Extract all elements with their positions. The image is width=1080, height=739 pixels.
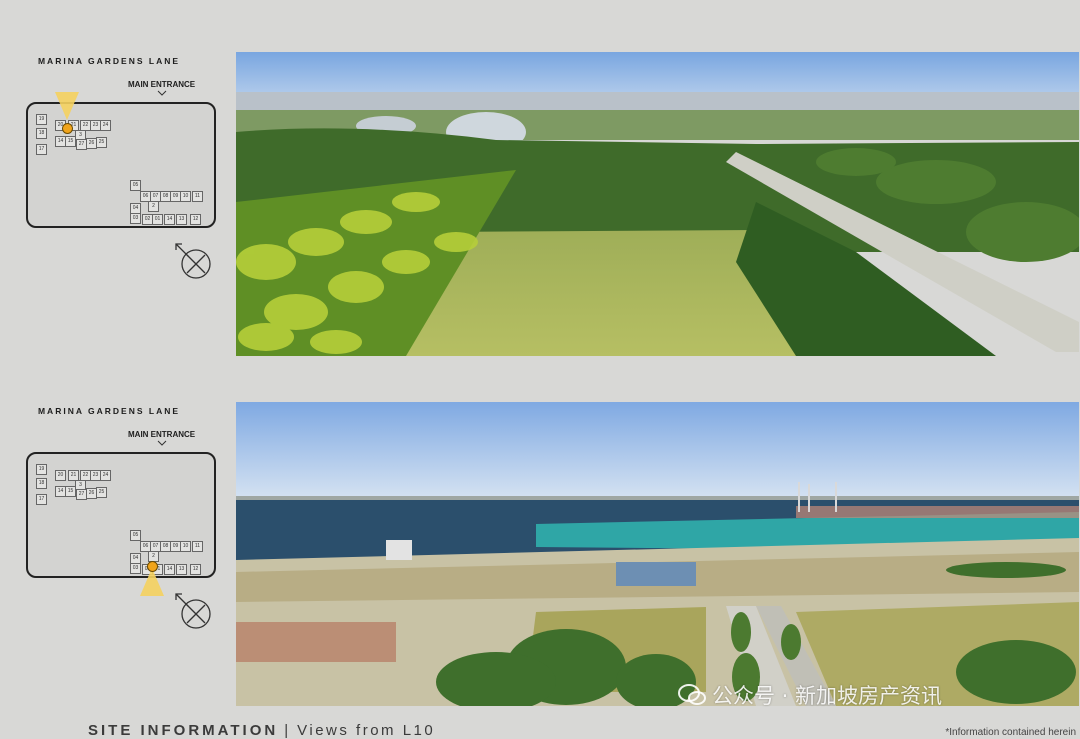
unit-block: 12 [190, 564, 201, 575]
watermark-text: 公众号 · 新加坡房产资讯 [712, 684, 943, 708]
footer-title: SITE INFORMATION | Views from L10 [88, 722, 435, 739]
unit-block: 19 [36, 464, 47, 475]
site-key-plan-top: MARINA GARDENS LANE MAIN ENTRANCE 19 18 17… [24, 50, 219, 279]
unit-block: 13 [176, 214, 187, 225]
unit-block: 01 [152, 214, 163, 225]
view-cone-icon [55, 92, 79, 120]
unit-block: 10 [180, 541, 191, 552]
section-subtitle: Views from L10 [297, 722, 436, 739]
north-compass-icon [175, 243, 211, 279]
watermark: 公众号 · 新加坡房产资讯 [678, 680, 942, 710]
view-position-marker [147, 561, 158, 572]
wechat-icon [678, 684, 706, 705]
entrance-label: MAIN ENTRANCE [128, 80, 196, 89]
disclaimer-text: *Information contained herein [945, 727, 1076, 738]
unit-block: 25 [96, 487, 107, 498]
unit-block: 20 [55, 470, 66, 481]
unit-block: 12 [190, 214, 201, 225]
unit-block: 14 [164, 214, 175, 225]
unit-block: 19 [36, 114, 47, 125]
lane-label: MARINA GARDENS LANE [37, 56, 181, 66]
north-compass-icon [175, 593, 211, 629]
unit-block: 17 [36, 144, 47, 155]
view-panel-bottom: MARINA GARDENS LANE MAIN ENTRANCE 19 18 17… [0, 392, 1080, 712]
view-panel-top: MARINA GARDENS LANE MAIN ENTRANCE 19 18 17… [0, 42, 1080, 362]
view-position-marker [62, 123, 73, 134]
view-photo-waterfront [236, 402, 1079, 706]
brochure-page: MARINA GARDENS LANE MAIN ENTRANCE 19 18 17… [0, 0, 1080, 739]
unit-block: 11 [192, 191, 203, 202]
unit-block: 17 [36, 494, 47, 505]
chevron-down-icon [157, 440, 167, 446]
unit-block: 05 [130, 180, 141, 191]
unit-block: 03 [130, 213, 141, 224]
site-key-plan-bottom: MARINA GARDENS LANE MAIN ENTRANCE 19 18 17… [24, 400, 219, 629]
unit-block: 25 [96, 137, 107, 148]
section-title: SITE INFORMATION [88, 722, 279, 739]
unit-block: 10 [180, 191, 191, 202]
unit-block: 24 [100, 120, 111, 131]
unit-block: 11 [192, 541, 203, 552]
lane-label: MARINA GARDENS LANE [37, 406, 181, 416]
title-separator: | [284, 722, 292, 739]
unit-block: 2 [148, 201, 159, 212]
unit-block: 13 [176, 564, 187, 575]
unit-block: 14 [164, 564, 175, 575]
unit-block: 24 [100, 470, 111, 481]
unit-block: 18 [36, 478, 47, 489]
entrance-label: MAIN ENTRANCE [128, 430, 196, 439]
chevron-down-icon [157, 90, 167, 96]
unit-block: 05 [130, 530, 141, 541]
view-photo-gardens [236, 52, 1079, 356]
unit-block: 18 [36, 128, 47, 139]
